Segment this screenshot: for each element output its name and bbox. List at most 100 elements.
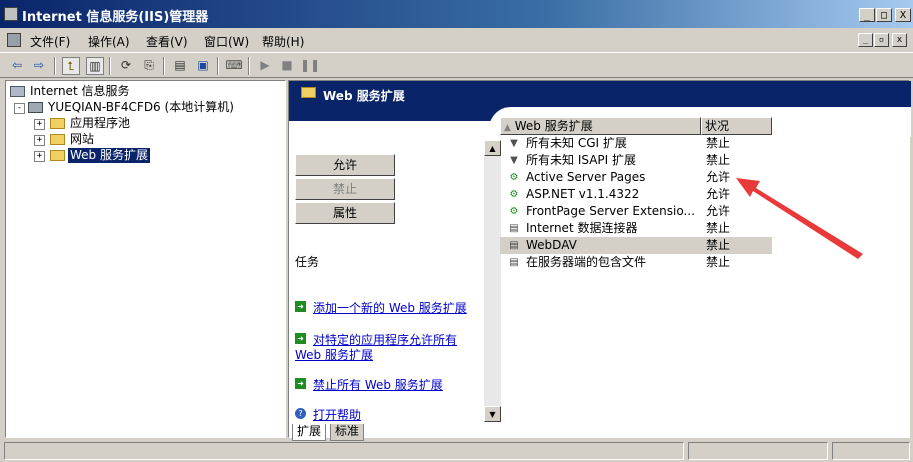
back-icon[interactable]: ⇦ xyxy=(8,57,26,75)
mdi-minimize-button[interactable]: _ xyxy=(858,33,873,47)
task-link[interactable]: 禁止所有 Web 服务扩展 xyxy=(313,376,443,393)
list-item-name: Active Server Pages xyxy=(526,170,646,184)
toolbar-separator xyxy=(248,57,250,75)
list-item-status: 禁止 xyxy=(706,221,731,235)
properties-button[interactable]: 属性 xyxy=(295,202,395,224)
title-bar[interactable]: Internet 信息服务(IIS)管理器 _ □ X xyxy=(0,0,913,28)
expand-icon[interactable]: + xyxy=(34,119,45,130)
folder-icon xyxy=(50,134,65,145)
export-icon[interactable]: ⎘ xyxy=(140,57,158,75)
task-link[interactable]: 打开帮助 xyxy=(313,406,361,423)
menu-bar: 文件(F) 操作(A) 查看(V) 窗口(W) 帮助(H) xyxy=(0,28,913,52)
help-icon: ? xyxy=(295,408,306,419)
column-header-status[interactable]: 状况 xyxy=(701,117,772,135)
menu-file[interactable]: 文件(F) xyxy=(30,33,70,50)
refresh-icon[interactable]: ⟳ xyxy=(117,57,135,75)
column-header-label: Web 服务扩展 xyxy=(514,119,593,133)
vertical-scrollbar[interactable]: ▲ ▼ xyxy=(484,140,501,422)
iis-icon xyxy=(10,86,25,97)
collapse-icon[interactable]: - xyxy=(14,103,25,114)
document-icon: ▤ xyxy=(509,257,519,268)
mdi-close-button[interactable]: x xyxy=(892,33,907,47)
scroll-down-button[interactable]: ▼ xyxy=(484,406,501,422)
menu-action[interactable]: 操作(A) xyxy=(88,33,130,50)
status-pane xyxy=(4,442,684,460)
computer-icon[interactable]: ⌨ xyxy=(225,57,243,75)
toolbar-separator xyxy=(217,57,219,75)
list-item-name: FrontPage Server Extensio... xyxy=(526,204,695,218)
tree-item-label: 网站 xyxy=(70,132,95,146)
pause-icon[interactable]: ❚❚ xyxy=(300,57,320,75)
list-item-status: 允许 xyxy=(706,170,731,184)
list-item-status: 禁止 xyxy=(706,153,731,167)
list-item[interactable]: ▼ 所有未知 ISAPI 扩展 禁止 xyxy=(500,152,772,169)
show-tree-icon[interactable]: ▥ xyxy=(86,57,104,75)
list-item-status: 禁止 xyxy=(706,255,731,269)
toolbar-separator xyxy=(109,57,111,75)
extension-allowed-icon: ⚙ xyxy=(509,206,519,217)
document-icon: ▤ xyxy=(509,240,519,251)
menu-window[interactable]: 窗口(W) xyxy=(204,33,249,50)
expand-icon[interactable]: + xyxy=(34,151,45,162)
sort-icon: ▲ xyxy=(504,123,511,133)
up-folder-icon[interactable]: ⮤ xyxy=(62,57,80,75)
task-open-help[interactable]: ? 打开帮助 xyxy=(295,406,485,422)
toolbar-separator xyxy=(54,57,56,75)
tree-pane[interactable]: Internet 信息服务 - YUEQIAN-BF4CFD6 (本地计算机) … xyxy=(5,80,286,438)
maximize-button[interactable]: □ xyxy=(876,8,892,22)
view-icon[interactable]: ▣ xyxy=(194,57,212,75)
list-item-name: 在服务器端的包含文件 xyxy=(526,255,647,269)
column-header-extension[interactable]: ▲ Web 服务扩展 xyxy=(500,117,701,135)
list-item-name: Internet 数据连接器 xyxy=(526,221,638,235)
minimize-button[interactable]: _ xyxy=(859,8,875,22)
status-pane xyxy=(832,442,910,460)
expand-icon[interactable]: + xyxy=(34,135,45,146)
status-pane xyxy=(688,442,828,460)
task-link[interactable]: Web 服务扩展 xyxy=(295,346,373,363)
green-arrow-icon: ➜ xyxy=(295,301,306,312)
list-item-status: 禁止 xyxy=(706,238,731,252)
task-link[interactable]: 添加一个新的 Web 服务扩展 xyxy=(313,299,467,316)
list-item-name: 所有未知 ISAPI 扩展 xyxy=(526,153,636,167)
server-icon xyxy=(28,102,43,113)
green-arrow-icon: ➜ xyxy=(295,378,306,389)
close-button[interactable]: X xyxy=(895,8,911,22)
list-item-name: ASP.NET v1.1.4322 xyxy=(526,187,640,201)
annotation-arrow xyxy=(736,178,863,259)
toolbar: ⇦ ⇨ ⮤ ▥ ⟳ ⎘ ▤ ▣ ⌨ ▶ ■ ❚❚ xyxy=(0,52,913,78)
folder-icon xyxy=(50,118,65,129)
tab-standard[interactable]: 标准 xyxy=(330,424,365,441)
app-icon xyxy=(4,7,18,21)
filter-icon: ▼ xyxy=(510,138,518,149)
menu-help[interactable]: 帮助(H) xyxy=(262,33,304,50)
folder-icon xyxy=(50,150,65,161)
list-item[interactable]: ▼ 所有未知 CGI 扩展 禁止 xyxy=(500,135,772,152)
list-item-name: WebDAV xyxy=(526,238,577,252)
properties-icon[interactable]: ▤ xyxy=(171,57,189,75)
tree-item-label-selected: Web 服务扩展 xyxy=(68,148,150,163)
folder-icon xyxy=(301,87,316,98)
scroll-up-button[interactable]: ▲ xyxy=(484,140,501,156)
allow-button[interactable]: 允许 xyxy=(295,154,395,176)
tree-item-label: 应用程序池 xyxy=(70,116,131,130)
task-add-extension[interactable]: ➜ 添加一个新的 Web 服务扩展 xyxy=(295,299,485,315)
task-prohibit-all[interactable]: ➜ 禁止所有 Web 服务扩展 xyxy=(295,376,485,392)
stop-icon[interactable]: ■ xyxy=(278,57,296,75)
forward-icon[interactable]: ⇨ xyxy=(30,57,48,75)
green-arrow-icon: ➜ xyxy=(295,333,306,344)
task-allow-for-app[interactable]: ➜ 对特定的应用程序允许所有 Web 服务扩展 xyxy=(295,331,485,363)
list-item-status: 禁止 xyxy=(706,136,731,150)
play-icon[interactable]: ▶ xyxy=(256,57,274,75)
mmc-icon[interactable] xyxy=(7,33,21,47)
prohibit-button[interactable]: 禁止 xyxy=(295,178,395,200)
filter-icon: ▼ xyxy=(510,155,518,166)
tab-extended[interactable]: 扩展 xyxy=(292,424,327,441)
list-item-name: 所有未知 CGI 扩展 xyxy=(526,136,627,150)
menu-view[interactable]: 查看(V) xyxy=(146,33,188,50)
tree-server-label: YUEQIAN-BF4CFD6 (本地计算机) xyxy=(48,100,234,114)
extension-allowed-icon: ⚙ xyxy=(509,189,519,200)
panel-title: Web 服务扩展 xyxy=(323,89,405,103)
window-title: Internet 信息服务(IIS)管理器 xyxy=(22,10,209,25)
mdi-restore-button[interactable]: ▫ xyxy=(874,33,889,47)
extension-allowed-icon: ⚙ xyxy=(509,172,519,183)
